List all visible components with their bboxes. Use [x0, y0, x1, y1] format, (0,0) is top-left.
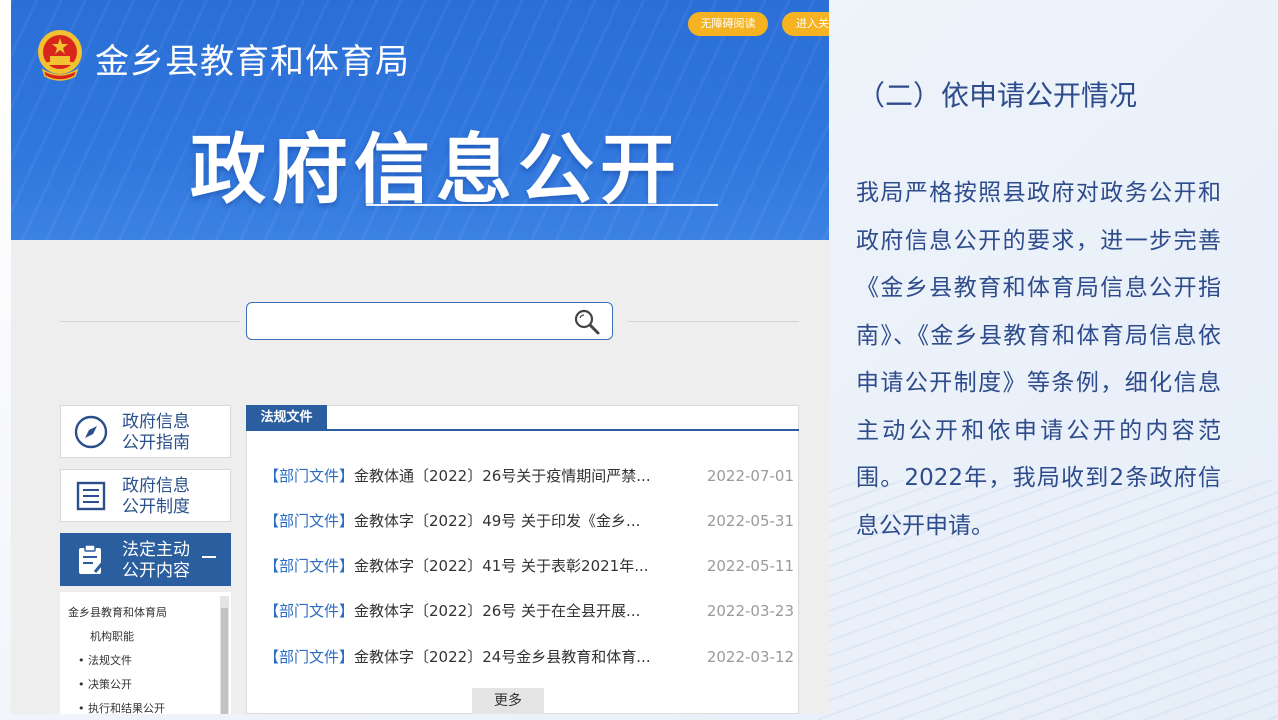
- category-tree: 金乡县教育和体育局 机构职能 • 法规文件 • 决策公开 • 执行和结果公开: [60, 592, 231, 714]
- list-item[interactable]: 【部门文件】金教体字〔2022〕41号 关于表彰2021年... 2022-05…: [264, 555, 794, 577]
- doc-date: 2022-05-11: [706, 557, 794, 575]
- site-title: 金乡县教育和体育局: [95, 42, 410, 82]
- sidebar-item-guide[interactable]: 政府信息 公开指南: [60, 405, 231, 458]
- doc-tag: 【部门文件】: [264, 602, 355, 620]
- search-divider-right: [628, 321, 799, 322]
- sidebar-item-label: 法定主动 公开内容: [122, 540, 190, 581]
- doc-date: 2022-03-12: [706, 648, 794, 666]
- tree-item[interactable]: • 决策公开: [78, 676, 132, 692]
- tree-item[interactable]: • 执行和结果公开: [78, 700, 165, 714]
- doc-date: 2022-03-23: [706, 602, 794, 620]
- doc-title[interactable]: 金教体字〔2022〕41号 关于表彰2021年...: [354, 557, 649, 575]
- search-input[interactable]: [246, 302, 613, 340]
- list-item[interactable]: 【部门文件】金教体字〔2022〕49号 关于印发《金乡... 2022-05-3…: [264, 510, 794, 532]
- sidebar-item-label: 政府信息 公开指南: [122, 412, 190, 453]
- doc-date: 2022-07-01: [706, 467, 794, 485]
- list-item[interactable]: 【部门文件】金教体通〔2022〕26号关于疫情期间严禁... 2022-07-0…: [264, 465, 794, 487]
- doc-tag: 【部门文件】: [264, 512, 355, 530]
- more-button[interactable]: 更多: [472, 688, 544, 714]
- accessibility-button[interactable]: 无障碍阅读: [688, 12, 768, 36]
- doc-tag: 【部门文件】: [264, 467, 355, 485]
- doc-title[interactable]: 金教体字〔2022〕49号 关于印发《金乡...: [354, 512, 640, 530]
- document-edit-icon: [79, 544, 107, 574]
- scrollbar-thumb[interactable]: [221, 608, 228, 714]
- website-screenshot: 金乡县教育和体育局 无障碍阅读 进入关 政府信息公开 政府信息 公开指南 政府信…: [11, 0, 829, 714]
- sidebar-item-label: 政府信息 公开制度: [122, 476, 190, 517]
- doc-tag: 【部门文件】: [264, 557, 355, 575]
- national-emblem-icon: [38, 30, 82, 81]
- list-item[interactable]: 【部门文件】金教体字〔2022〕24号金乡县教育和体育... 2022-03-1…: [264, 646, 794, 668]
- doc-date: 2022-05-31: [706, 512, 794, 530]
- tree-scrollbar[interactable]: [220, 596, 229, 714]
- doc-title[interactable]: 金教体字〔2022〕26号 关于在全县开展...: [354, 602, 640, 620]
- collapse-icon[interactable]: [202, 556, 216, 558]
- doc-title[interactable]: 金教体字〔2022〕24号金乡县教育和体育...: [354, 648, 651, 666]
- slide-heading: （二）依申请公开情况: [857, 79, 1138, 112]
- tab-underline: [246, 429, 799, 431]
- site-banner: 金乡县教育和体育局 无障碍阅读 进入关 政府信息公开: [11, 0, 829, 240]
- slide-body-text: 我局严格按照县政府对政务公开和政府信息公开的要求，进一步完善《金乡县教育和体育局…: [856, 180, 1221, 539]
- list-item[interactable]: 【部门文件】金教体字〔2022〕26号 关于在全县开展... 2022-03-2…: [264, 600, 794, 622]
- search-divider-left: [60, 321, 240, 322]
- tab-law-documents[interactable]: 法规文件: [246, 405, 327, 430]
- search-icon[interactable]: [572, 307, 602, 337]
- compass-icon: [74, 415, 108, 449]
- sidebar-item-system[interactable]: 政府信息 公开制度: [60, 469, 231, 522]
- tree-root[interactable]: 金乡县教育和体育局: [68, 604, 167, 620]
- tree-item[interactable]: • 法规文件: [78, 652, 132, 668]
- sidebar-item-content[interactable]: 法定主动 公开内容: [60, 533, 231, 586]
- doc-title[interactable]: 金教体通〔2022〕26号关于疫情期间严禁...: [354, 467, 651, 485]
- banner-title: 政府信息公开: [190, 125, 682, 214]
- enter-button[interactable]: 进入关: [782, 12, 829, 36]
- doc-tag: 【部门文件】: [264, 648, 355, 666]
- tree-item[interactable]: 机构职能: [90, 628, 134, 644]
- banner-underline: [366, 204, 718, 206]
- list-icon: [76, 481, 106, 511]
